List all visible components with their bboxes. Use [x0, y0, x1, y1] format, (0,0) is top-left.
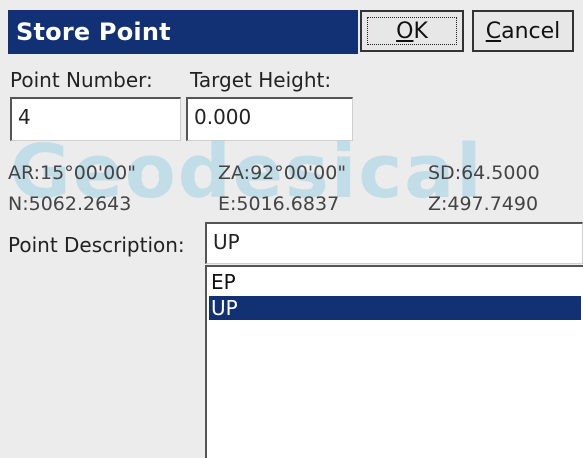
sd-readout: SD:64.5000: [428, 162, 540, 184]
point-description-field[interactable]: UP: [205, 222, 583, 264]
ar-readout: AR:15°00'00": [8, 162, 137, 184]
cancel-button[interactable]: Cancel: [472, 10, 574, 52]
e-readout: E:5016.6837: [218, 193, 340, 215]
list-item-ep[interactable]: EP: [209, 270, 581, 294]
za-readout: ZA:92°00'00": [218, 162, 347, 184]
point-number-label: Point Number:: [10, 68, 153, 92]
cancel-label: Cancel: [485, 18, 561, 44]
target-height-label: Target Height:: [190, 68, 332, 92]
n-readout: N:5062.2643: [8, 193, 132, 215]
ok-focus-ring: [367, 17, 457, 45]
dialog-title: Store Point: [16, 18, 171, 46]
ok-button[interactable]: OK: [360, 10, 464, 52]
point-description-label: Point Description:: [8, 233, 185, 257]
z-readout: Z:497.7490: [428, 193, 539, 215]
description-listbox[interactable]: EP UP: [205, 265, 583, 458]
list-item-up[interactable]: UP: [209, 296, 581, 320]
title-bar: Store Point OK Cancel: [0, 0, 583, 60]
